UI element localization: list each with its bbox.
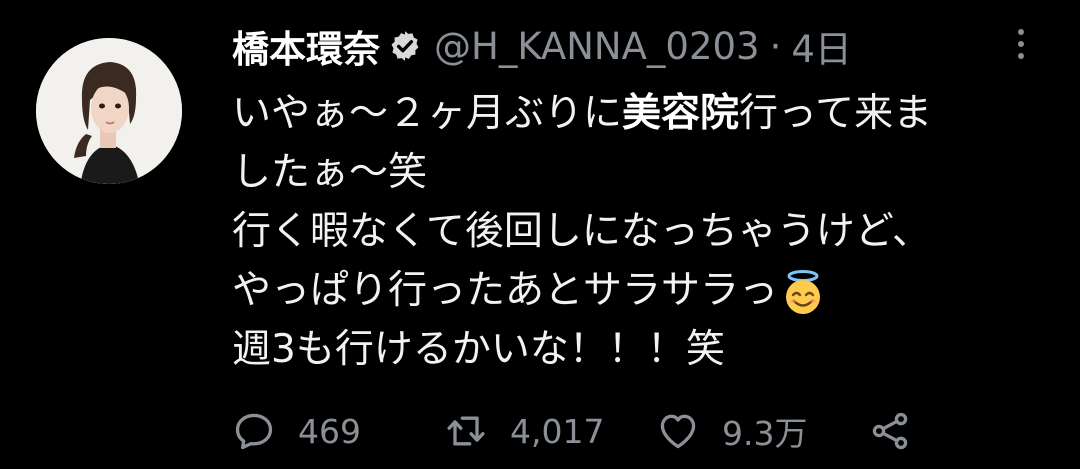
reply-button[interactable]: 469 — [232, 406, 361, 456]
tweet-text-segment: やっぱり行ったあとサラサラっ — [232, 268, 779, 313]
tweet-line: やっぱり行ったあとサラサラっ — [232, 261, 1022, 320]
verified-badge-icon — [388, 29, 422, 63]
display-name[interactable]: 橋本環奈 — [232, 19, 380, 73]
retweet-button[interactable]: 4,017 — [444, 406, 604, 456]
timestamp[interactable]: 4日 — [791, 19, 852, 73]
tweet-line: 週3も行けるかいな！！！笑 — [232, 327, 725, 372]
tweet-line: したぁ〜笑 — [232, 150, 428, 195]
smiling-face-with-halo-emoji — [780, 269, 826, 316]
more-dot — [1018, 53, 1024, 59]
action-bar: 469 4,017 9.3万 — [232, 406, 1032, 456]
like-button[interactable]: 9.3万 — [656, 406, 807, 456]
like-count: 9.3万 — [722, 414, 808, 453]
retweet-icon — [444, 409, 488, 453]
share-icon — [868, 409, 912, 453]
reply-icon — [232, 409, 276, 453]
reply-count: 469 — [298, 411, 361, 451]
tweet-header: 橋本環奈 @H_KANNA_0203 · 4日 — [232, 18, 852, 74]
tweet-text: いやぁ〜２ヶ月ぶりに美容院行って来ま したぁ〜笑 行く暇なくて後回しになっちゃう… — [232, 84, 1022, 379]
tweet-text-segment: いやぁ〜２ヶ月ぶりに — [232, 91, 623, 136]
tweet-line: 行く暇なくて後回しになっちゃうけど、 — [232, 209, 931, 254]
more-dot — [1018, 41, 1024, 47]
heart-icon — [656, 409, 700, 453]
more-vertical-icon[interactable] — [1008, 22, 1034, 66]
more-dot — [1018, 29, 1024, 35]
tweet-text-bold: 美容院 — [622, 91, 740, 136]
tweet-text-segment: 行って来ま — [739, 91, 933, 136]
retweet-count: 4,017 — [510, 411, 605, 451]
separator-dot: · — [769, 24, 782, 68]
avatar[interactable] — [36, 38, 182, 184]
tweet-line: いやぁ〜２ヶ月ぶりに美容院行って来ま — [232, 84, 1022, 143]
avatar-image — [36, 38, 182, 184]
user-handle[interactable]: @H_KANNA_0203 — [434, 25, 760, 68]
share-button[interactable] — [868, 406, 912, 456]
